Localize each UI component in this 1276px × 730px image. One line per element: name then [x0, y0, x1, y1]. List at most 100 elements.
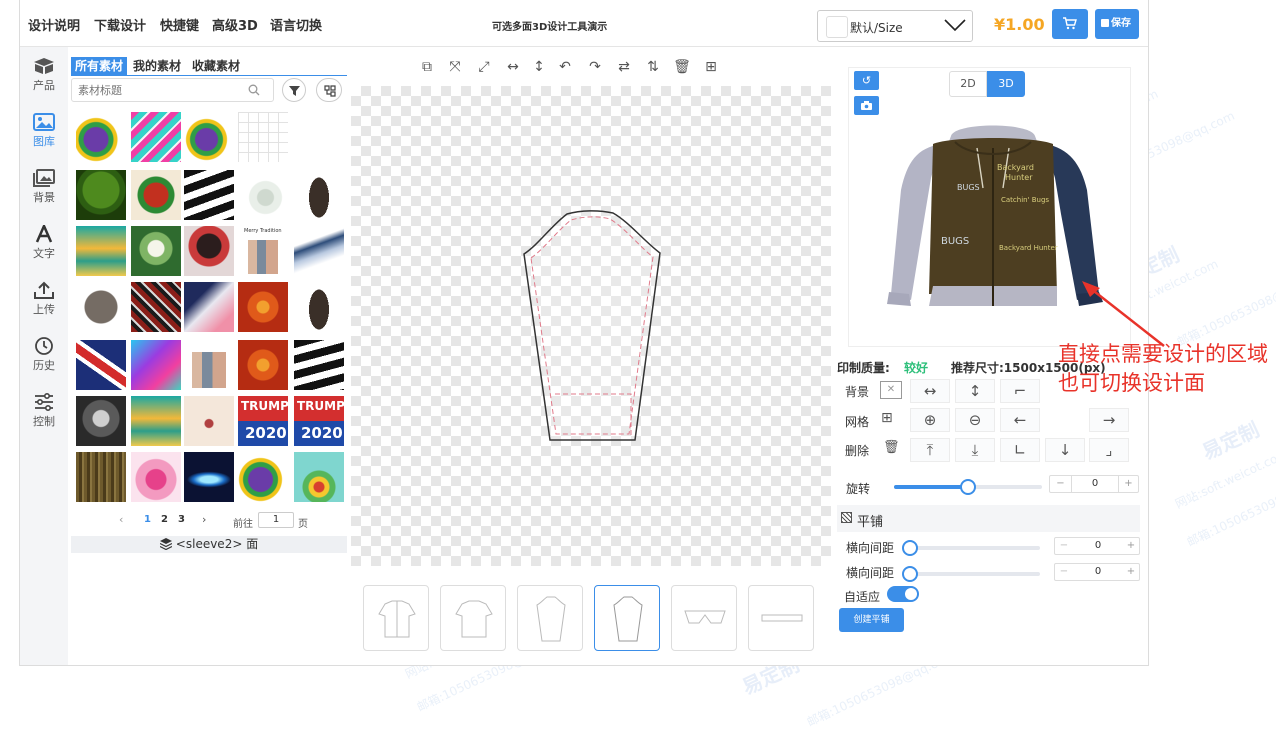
tab-3d[interactable]: 3D	[987, 71, 1025, 97]
face-thumb-sleeve2[interactable]	[594, 585, 660, 651]
slider-handle[interactable]	[902, 566, 918, 582]
material-thumb[interactable]	[131, 340, 181, 390]
material-thumb[interactable]: TRUMP 2020	[294, 396, 345, 446]
create-tile-button[interactable]: 创建平铺	[839, 608, 904, 632]
v-spacing-value[interactable]: 0	[1073, 564, 1123, 580]
sidebar-item-product[interactable]: 产品	[20, 51, 68, 103]
flip-vertical-icon[interactable]: ⇅	[643, 57, 663, 77]
align-bottom-right-button[interactable]: ⌟	[1089, 438, 1129, 462]
no-background-button[interactable]: ✕	[880, 381, 902, 399]
face-thumb-hood[interactable]	[671, 585, 737, 651]
next-page-icon[interactable]: ›	[202, 513, 206, 526]
material-thumb[interactable]	[184, 282, 234, 332]
delete-icon[interactable]: 🗑	[883, 440, 900, 455]
v-spacing-slider[interactable]	[902, 566, 1040, 582]
flip-horizontal-icon[interactable]: ⇄	[614, 57, 634, 77]
save-button[interactable]: 保存	[1095, 9, 1139, 39]
rotate-value[interactable]: 0	[1072, 476, 1118, 492]
material-thumb[interactable]	[76, 226, 126, 276]
design-canvas[interactable]	[351, 86, 831, 566]
category-button[interactable]	[316, 78, 342, 102]
zoom-in-button[interactable]: ⊕	[910, 408, 950, 432]
minus-icon[interactable]: −	[1055, 538, 1073, 554]
material-thumb[interactable]	[184, 226, 234, 276]
stretch-vertical-icon[interactable]: ↕	[529, 57, 549, 77]
material-thumb[interactable]	[238, 340, 288, 390]
nav-language-switch[interactable]: 语言切换	[270, 15, 322, 34]
nav-download-design[interactable]: 下载设计	[94, 15, 146, 34]
move-right-button[interactable]: →	[1089, 408, 1129, 432]
search-icon[interactable]	[248, 84, 260, 99]
minus-icon[interactable]: −	[1050, 476, 1072, 492]
goto-page-input[interactable]: 1	[258, 512, 294, 528]
undo-icon[interactable]: ↶	[555, 57, 575, 77]
nav-shortcuts[interactable]: 快捷键	[160, 15, 199, 34]
material-thumb[interactable]	[184, 340, 234, 390]
page-3[interactable]: 3	[178, 514, 185, 525]
plus-icon[interactable]: +	[1118, 476, 1138, 492]
v-spacing-stepper[interactable]: − 0 +	[1054, 563, 1140, 581]
sleeve-outline[interactable]	[521, 208, 663, 444]
h-spacing-value[interactable]: 0	[1073, 538, 1123, 554]
page-1[interactable]: 1	[144, 514, 151, 525]
material-thumb[interactable]	[76, 340, 126, 390]
page-2[interactable]: 2	[161, 514, 168, 525]
material-thumb[interactable]	[131, 396, 181, 446]
material-thumb[interactable]	[238, 112, 288, 162]
stretch-width-button[interactable]: ↔	[910, 379, 950, 403]
tab-favorite-materials[interactable]: 收藏素材	[188, 57, 244, 75]
tab-2d[interactable]: 2D	[949, 71, 987, 97]
material-thumb[interactable]	[238, 170, 288, 220]
stretch-horizontal-icon[interactable]: ↔	[503, 57, 523, 77]
face-thumb-waistband[interactable]	[748, 585, 814, 651]
material-thumb[interactable]	[131, 226, 181, 276]
material-thumb[interactable]	[131, 452, 181, 502]
sidebar-item-upload[interactable]: 上传	[20, 275, 68, 327]
face-thumb-front[interactable]	[363, 585, 429, 651]
material-thumb[interactable]	[238, 282, 288, 332]
align-bottom-left-button[interactable]: ∟	[1000, 438, 1040, 462]
rotate-slider-handle[interactable]	[960, 479, 976, 495]
material-thumb[interactable]	[131, 282, 181, 332]
nav-design-guide[interactable]: 设计说明	[28, 15, 80, 34]
material-thumb[interactable]	[76, 396, 126, 446]
h-spacing-slider[interactable]	[902, 540, 1040, 556]
trash-icon[interactable]: 🗑	[672, 57, 692, 77]
align-top-button[interactable]: ⤒	[910, 438, 950, 462]
tab-all-materials[interactable]: 所有素材	[71, 57, 128, 75]
plus-icon[interactable]: +	[1123, 538, 1139, 554]
nav-advanced-3d[interactable]: 高级3D	[212, 15, 258, 34]
cart-button[interactable]	[1052, 9, 1088, 39]
h-spacing-stepper[interactable]: − 0 +	[1054, 537, 1140, 555]
rotate-slider[interactable]	[894, 479, 1042, 495]
material-thumb[interactable]	[294, 226, 344, 276]
move-left-button[interactable]: ←	[1000, 408, 1040, 432]
expand-icon[interactable]: ⤢	[474, 57, 494, 77]
move-down-button[interactable]: ↓	[1045, 438, 1085, 462]
material-thumb[interactable]	[184, 396, 234, 446]
face-thumb-back[interactable]	[440, 585, 506, 651]
camera-button[interactable]	[854, 96, 879, 115]
plus-icon[interactable]: +	[1123, 564, 1139, 580]
material-thumb[interactable]	[131, 112, 181, 162]
material-thumb[interactable]	[76, 170, 126, 220]
filter-button[interactable]	[282, 78, 306, 102]
zoom-out-button[interactable]: ⊖	[955, 408, 995, 432]
sidebar-item-gallery[interactable]: 图库	[20, 107, 68, 159]
material-thumb[interactable]: TRUMP 2020	[238, 396, 289, 446]
material-thumb[interactable]: Merry Tradition	[238, 226, 288, 276]
reset-view-button[interactable]: ↺	[854, 71, 879, 90]
face-thumb-sleeve1[interactable]	[517, 585, 583, 651]
sidebar-item-text[interactable]: 文字	[20, 219, 68, 271]
slider-handle[interactable]	[902, 540, 918, 556]
prev-page-icon[interactable]: ‹	[119, 513, 123, 526]
material-thumb[interactable]	[76, 112, 126, 162]
material-thumb[interactable]	[184, 170, 234, 220]
auto-fit-toggle[interactable]	[887, 586, 919, 602]
search-input[interactable]	[78, 82, 238, 98]
grid-icon[interactable]: ⊞	[701, 57, 721, 77]
material-thumb[interactable]	[184, 452, 234, 502]
grid-toggle-icon[interactable]: ⊞	[881, 410, 893, 426]
align-bottom-button[interactable]: ⤓	[955, 438, 995, 462]
material-thumb[interactable]	[294, 452, 344, 502]
